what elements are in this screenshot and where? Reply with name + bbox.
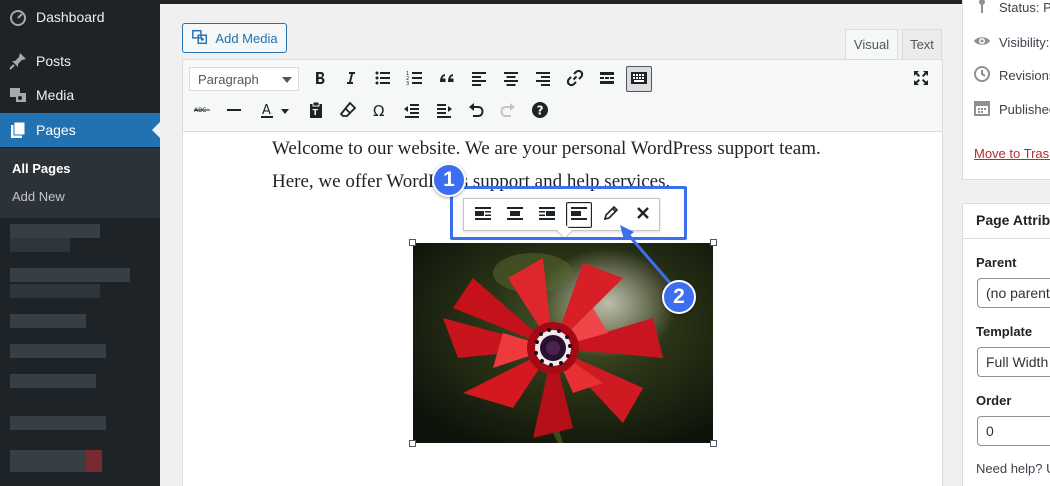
callout-step-1: 1: [432, 163, 466, 197]
history-icon: [973, 65, 991, 86]
parent-label: Parent: [976, 255, 1017, 270]
callout-step-2: 2: [662, 280, 696, 314]
page-attributes-title[interactable]: Page Attribu: [976, 212, 1050, 228]
help-text: Need help? U: [976, 461, 1050, 476]
published-row: Published: [973, 99, 1050, 120]
visibility-row: Visibility:: [973, 32, 1049, 53]
divider: [963, 238, 1050, 239]
status-text: Status: P: [999, 0, 1050, 15]
template-label: Template: [976, 324, 1033, 339]
pin-icon: [973, 0, 991, 18]
calendar-icon: [973, 99, 991, 120]
revisions-row: Revisions: [973, 65, 1050, 86]
eye-icon: [973, 32, 991, 53]
order-input[interactable]: 0: [977, 416, 1050, 446]
template-select[interactable]: Full Width: [977, 347, 1050, 377]
move-to-trash-link[interactable]: Move to Trash: [974, 146, 1050, 161]
annotation-arrow: [620, 225, 672, 284]
order-label: Order: [976, 393, 1012, 408]
status-row: Status: P: [973, 0, 1050, 18]
published-text: Published: [999, 102, 1050, 117]
visibility-text: Visibility:: [999, 35, 1050, 50]
parent-select[interactable]: (no parent: [977, 278, 1050, 308]
revisions-text: Revisions: [999, 68, 1050, 83]
